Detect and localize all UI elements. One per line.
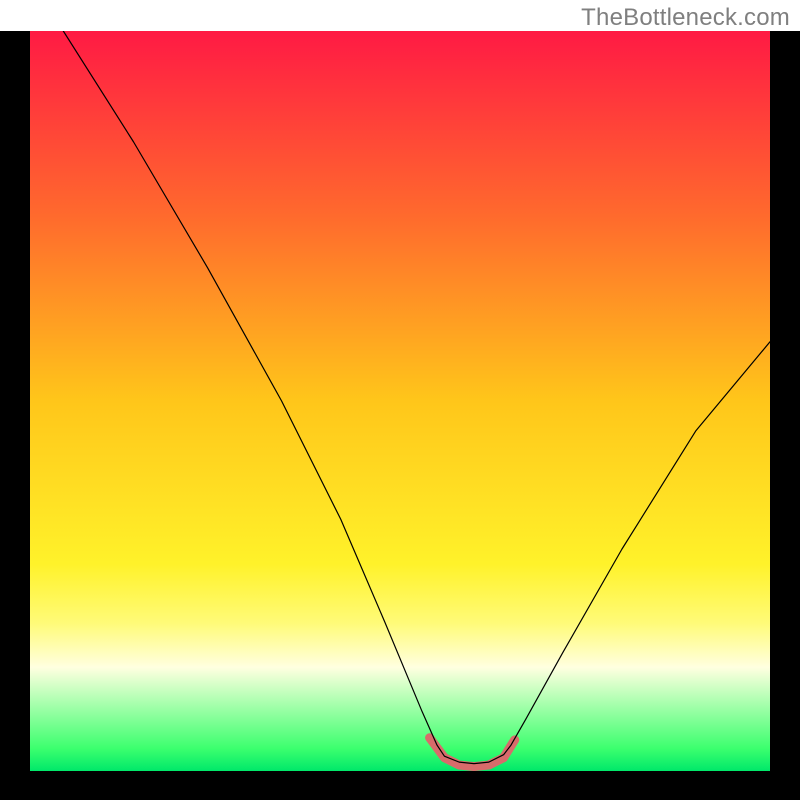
plot-area [30, 31, 770, 771]
chart-svg [30, 31, 770, 771]
chart-frame: TheBottleneck.com [0, 0, 800, 800]
watermark-text: TheBottleneck.com [581, 4, 790, 32]
